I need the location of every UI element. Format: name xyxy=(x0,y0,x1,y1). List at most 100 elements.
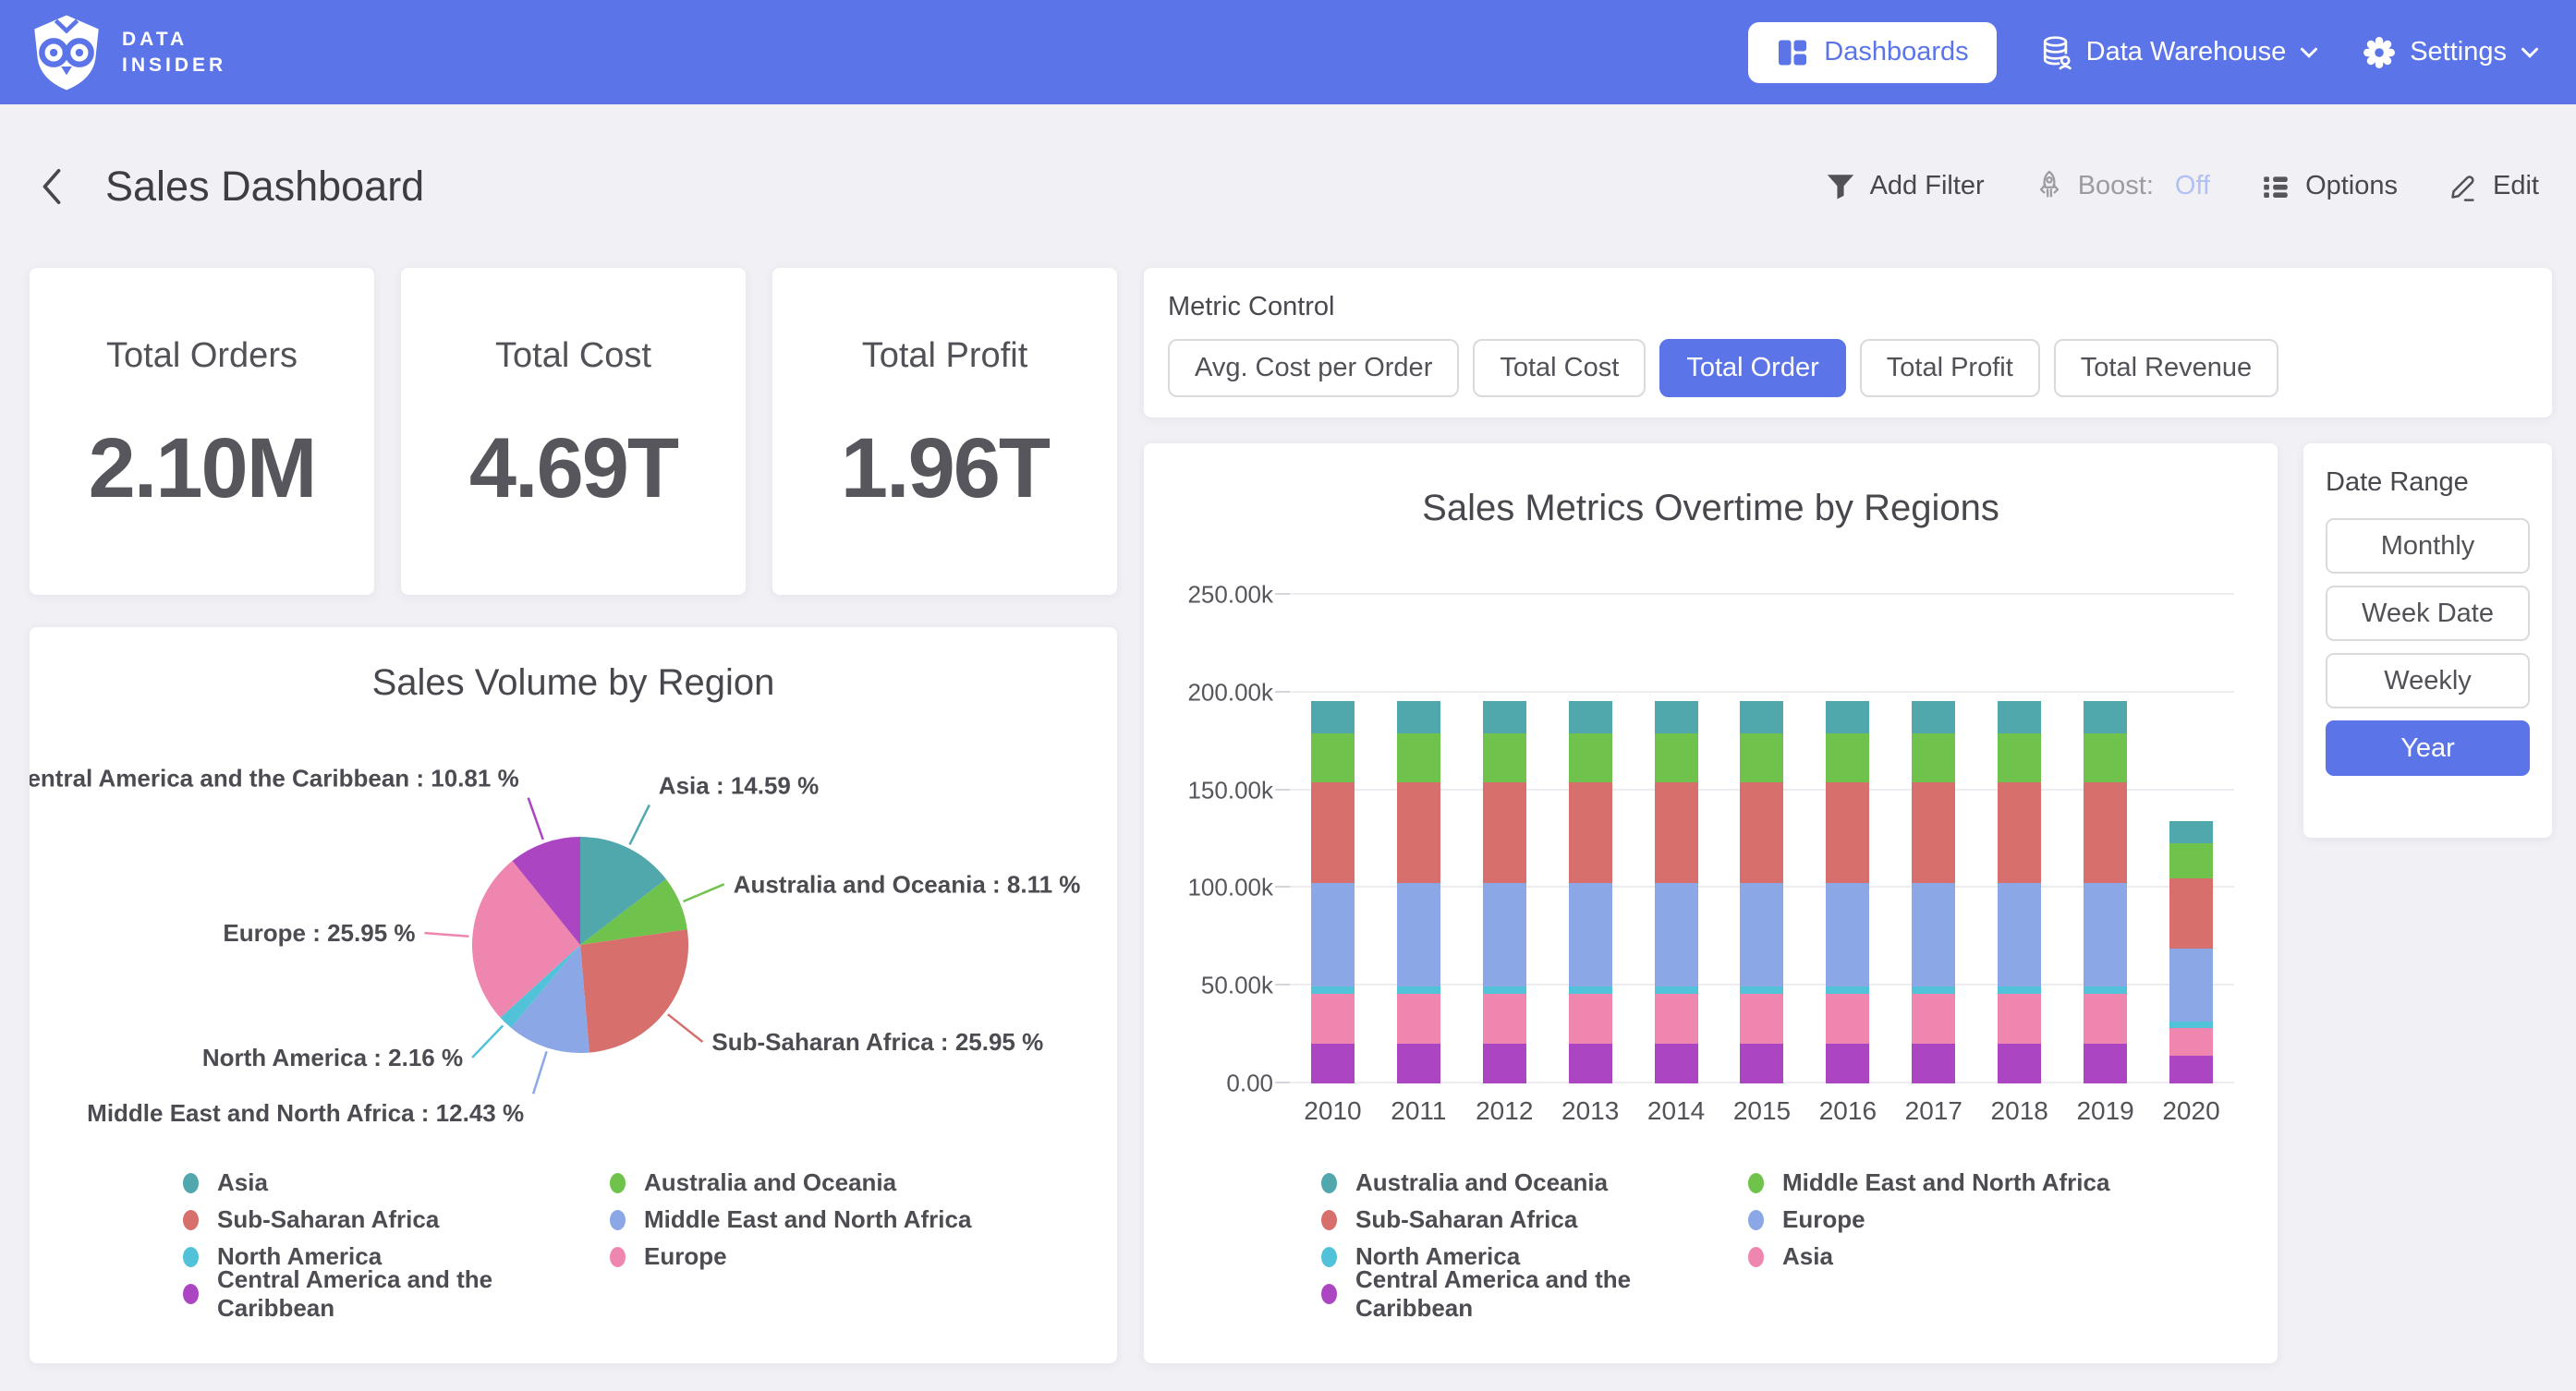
bar-segment-2010-central-america-and-the-caribbean xyxy=(1311,1044,1355,1083)
bar-segment-2020-north-america xyxy=(2169,1022,2213,1028)
options-button[interactable]: Options xyxy=(2260,171,2398,202)
bar-chart-plot xyxy=(1290,595,2234,1083)
pie-label-line xyxy=(630,804,650,844)
bar-segment-2020-middle-east-and-north-africa xyxy=(2169,843,2213,878)
bar-segment-2015-sub-saharan-africa xyxy=(1740,782,1783,884)
metric-button-total-revenue[interactable]: Total Revenue xyxy=(2054,339,2278,397)
x-axis-tick-label: 2015 xyxy=(1719,1096,1805,1126)
legend-dot xyxy=(183,1247,199,1267)
bar-segment-2019-central-america-and-the-caribbean xyxy=(2084,1044,2127,1083)
metric-button-total-profit[interactable]: Total Profit xyxy=(1860,339,2040,397)
bar-segment-2013-europe xyxy=(1569,883,1612,986)
owl-logo-icon xyxy=(28,12,105,93)
bar-segment-2016-central-america-and-the-caribbean xyxy=(1826,1044,1869,1083)
bar-segment-2010-north-america xyxy=(1311,986,1355,994)
y-axis-tick-label: 150.00k xyxy=(1187,776,1273,804)
legend-item-australia-and-oceania[interactable]: Australia and Oceania xyxy=(610,1170,971,1195)
pie-slice-label-sub-saharan-africa: Sub-Saharan Africa : 25.95 % xyxy=(711,1028,1043,1056)
legend-item-europe[interactable]: Europe xyxy=(610,1244,971,1269)
metric-button-total-cost[interactable]: Total Cost xyxy=(1473,339,1646,397)
legend-item-sub-saharan-africa[interactable]: Sub-Saharan Africa xyxy=(1321,1207,1748,1232)
legend-item-middle-east-and-north-africa[interactable]: Middle East and North Africa xyxy=(610,1207,971,1232)
bar-segment-2015-europe xyxy=(1740,883,1783,986)
metric-button-total-order[interactable]: Total Order xyxy=(1659,339,1845,397)
legend-dot xyxy=(1321,1247,1337,1267)
metric-control-buttons: Avg. Cost per OrderTotal CostTotal Order… xyxy=(1168,339,2528,397)
database-icon xyxy=(2041,34,2072,71)
pie-label-line xyxy=(472,1025,503,1058)
nav-item-dashboards[interactable]: Dashboards xyxy=(1748,22,1996,83)
bar-segment-2016-north-america xyxy=(1826,986,1869,994)
legend-item-australia-and-oceania[interactable]: Australia and Oceania xyxy=(1321,1170,1748,1195)
back-button[interactable] xyxy=(39,166,65,207)
x-axis-tick-label: 2018 xyxy=(1976,1096,2062,1126)
legend-item-central-america-and-the-caribbean[interactable]: Central America and the Caribbean xyxy=(1321,1281,1748,1306)
bar-segment-2020-australia-and-oceania xyxy=(2169,821,2213,843)
x-axis-tick-label: 2016 xyxy=(1804,1096,1890,1126)
gear-icon xyxy=(2363,36,2396,69)
pie-slice-label-middle-east-and-north-africa: Middle East and North Africa : 12.43 % xyxy=(87,1099,524,1127)
bar-2016 xyxy=(1826,701,1869,1083)
x-axis-tick-label: 2013 xyxy=(1548,1096,1634,1126)
date-range-button-weekly[interactable]: Weekly xyxy=(2326,653,2530,708)
date-range-button-year[interactable]: Year xyxy=(2326,720,2530,776)
legend-dot xyxy=(183,1173,199,1193)
y-axis-tick-label: 0.00 xyxy=(1226,1070,1273,1098)
bar-segment-2012-europe xyxy=(1483,883,1526,986)
edit-label: Edit xyxy=(2493,171,2539,201)
bar-segment-2018-asia xyxy=(1998,994,2041,1044)
bar-segment-2017-asia xyxy=(1912,994,1955,1044)
bar-segment-2011-north-america xyxy=(1397,986,1440,994)
legend-item-middle-east-and-north-africa[interactable]: Middle East and North Africa xyxy=(1748,1170,2109,1195)
pie-slice-label-australia-and-oceania: Australia and Oceania : 8.11 % xyxy=(734,870,1081,898)
bar-2011 xyxy=(1397,701,1440,1083)
legend-item-sub-saharan-africa[interactable]: Sub-Saharan Africa xyxy=(183,1207,610,1232)
bar-segment-2015-australia-and-oceania xyxy=(1740,701,1783,733)
nav-item-label: Settings xyxy=(2410,37,2507,67)
y-axis-tick-label: 250.00k xyxy=(1187,581,1273,610)
bar-segment-2014-central-america-and-the-caribbean xyxy=(1655,1044,1698,1083)
bar-segment-2017-middle-east-and-north-africa xyxy=(1912,733,1955,782)
chevron-down-icon xyxy=(2521,46,2539,59)
x-axis-tick-label: 2017 xyxy=(1890,1096,1976,1126)
bar-segment-2013-central-america-and-the-caribbean xyxy=(1569,1044,1612,1083)
bar-segment-2010-middle-east-and-north-africa xyxy=(1311,733,1355,782)
nav-item-settings[interactable]: Settings xyxy=(2363,36,2539,69)
bar-segment-2018-north-america xyxy=(1998,986,2041,994)
bar-2018 xyxy=(1998,701,2041,1083)
pie-label-line xyxy=(668,1014,703,1042)
date-range-label: Date Range xyxy=(2326,467,2530,498)
date-range-button-monthly[interactable]: Monthly xyxy=(2326,518,2530,574)
nav-item-label: Data Warehouse xyxy=(2086,37,2287,67)
legend-label: Australia and Oceania xyxy=(1355,1168,1608,1197)
bar-segment-2018-europe xyxy=(1998,883,2041,986)
legend-dot xyxy=(610,1173,626,1193)
add-filter-button[interactable]: Add Filter xyxy=(1825,171,1985,202)
y-axis-tick-label: 50.00k xyxy=(1201,972,1273,1000)
edit-button[interactable]: Edit xyxy=(2448,171,2539,202)
x-axis-tick-label: 2012 xyxy=(1462,1096,1548,1126)
bar-segment-2015-middle-east-and-north-africa xyxy=(1740,733,1783,782)
bar-segment-2013-sub-saharan-africa xyxy=(1569,782,1612,884)
metric-button-avg-cost-per-order[interactable]: Avg. Cost per Order xyxy=(1168,339,1459,397)
bar-segment-2012-north-america xyxy=(1483,986,1526,994)
legend-item-asia[interactable]: Asia xyxy=(1748,1244,2109,1269)
bar-segment-2011-middle-east-and-north-africa xyxy=(1397,733,1440,782)
bar-segment-2012-sub-saharan-africa xyxy=(1483,782,1526,884)
pie-legend: AsiaSub-Saharan AfricaNorth AmericaCentr… xyxy=(183,1170,971,1306)
legend-item-central-america-and-the-caribbean[interactable]: Central America and the Caribbean xyxy=(183,1281,610,1306)
legend-label: Australia and Oceania xyxy=(644,1168,896,1197)
nav-item-data-warehouse[interactable]: Data Warehouse xyxy=(2041,34,2319,71)
date-range-button-week-date[interactable]: Week Date xyxy=(2326,586,2530,641)
bar-chart-y-axis: 0.0050.00k100.00k150.00k200.00k250.00k xyxy=(1144,595,1273,1083)
bar-segment-2014-europe xyxy=(1655,883,1698,986)
bar-segment-2012-middle-east-and-north-africa xyxy=(1483,733,1526,782)
bar-segment-2017-europe xyxy=(1912,883,1955,986)
rocket-icon xyxy=(2035,169,2064,204)
bar-segment-2017-central-america-and-the-caribbean xyxy=(1912,1044,1955,1083)
bar-2013 xyxy=(1569,701,1612,1083)
bar-segment-2017-north-america xyxy=(1912,986,1955,994)
legend-item-asia[interactable]: Asia xyxy=(183,1170,610,1195)
boost-toggle[interactable]: Boost: Off xyxy=(2035,169,2210,204)
legend-item-europe[interactable]: Europe xyxy=(1748,1207,2109,1232)
